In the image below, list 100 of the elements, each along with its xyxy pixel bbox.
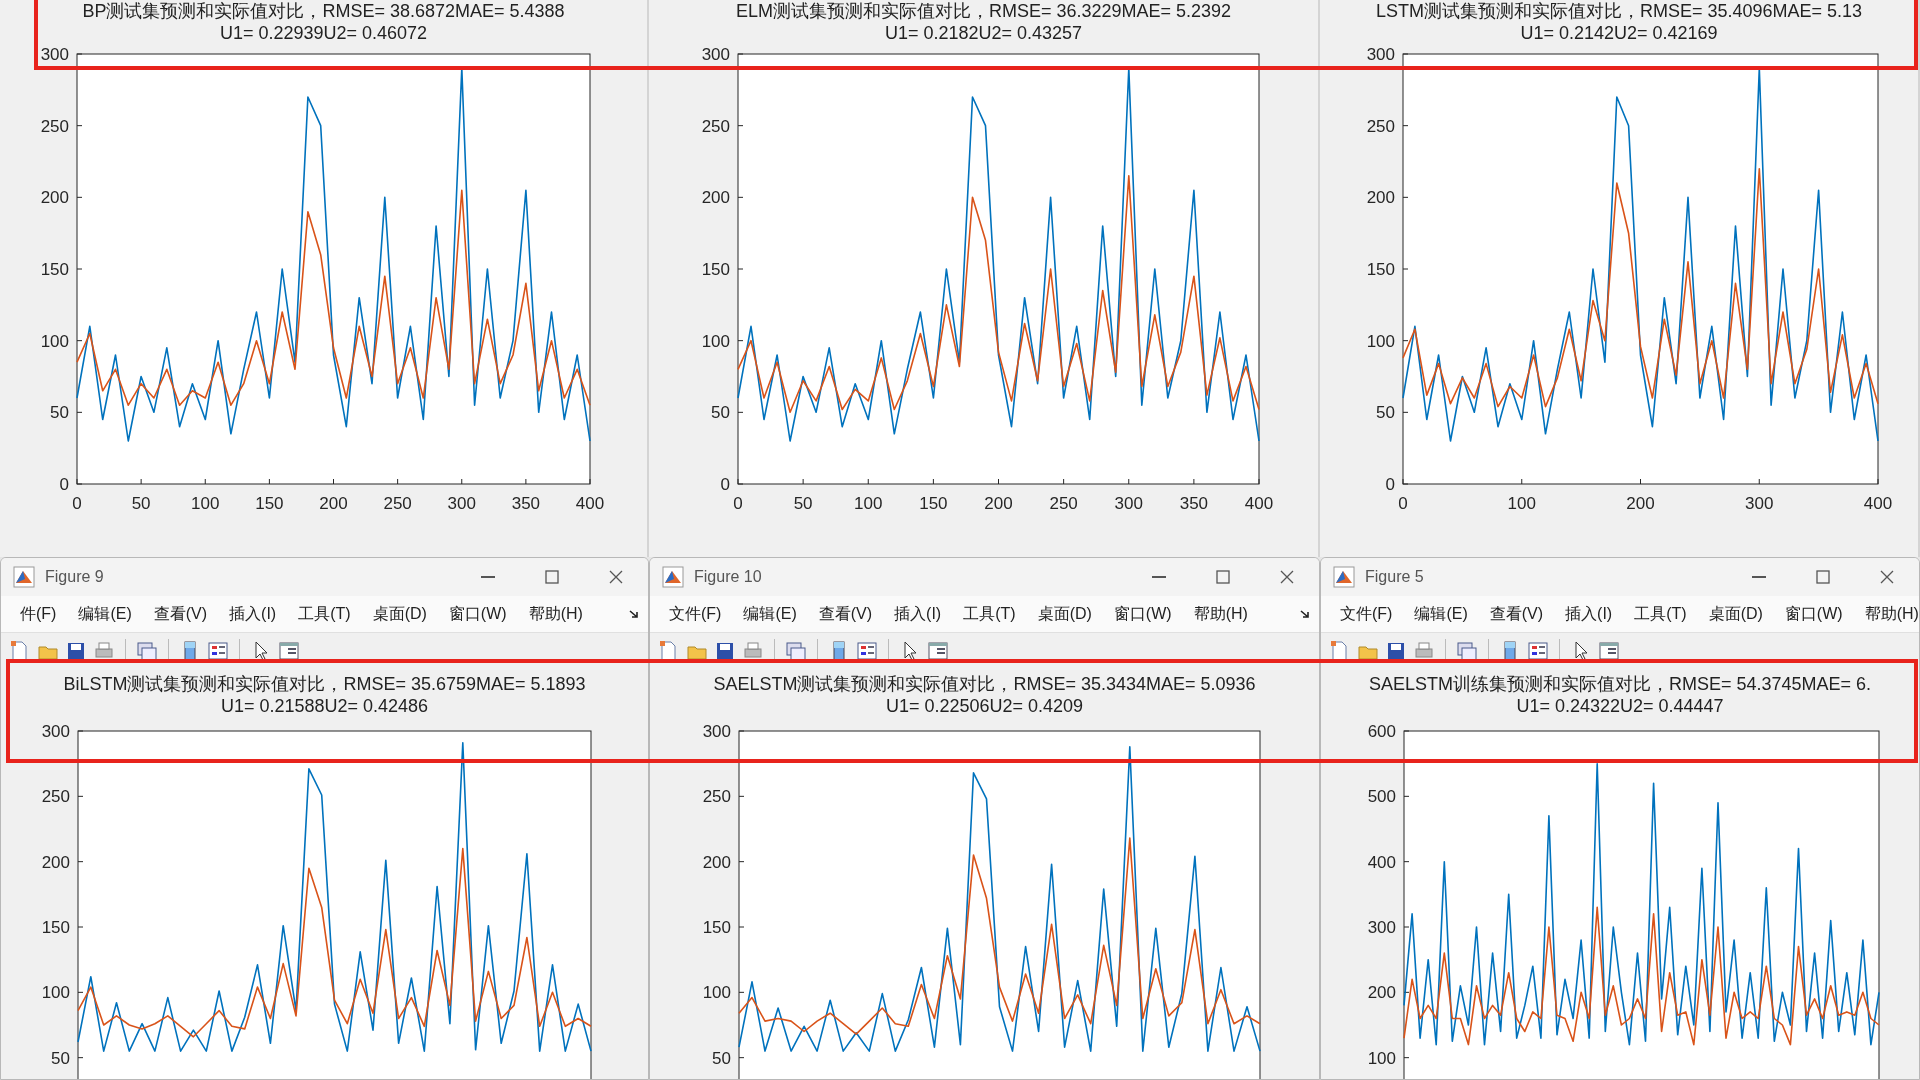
- tick-label: 100: [41, 983, 70, 1003]
- menu-item[interactable]: 工具(T): [952, 603, 1027, 625]
- tick-label: 200: [1626, 494, 1655, 513]
- window-title: Figure 9: [45, 568, 105, 586]
- chart-title: LSTM测试集预测和实际值对比，RMSE= 35.4096MAE= 5.13: [1375, 0, 1863, 22]
- tick-label: 250: [383, 494, 412, 513]
- tick-label: 150: [41, 918, 70, 937]
- tick-label: 200: [984, 494, 1013, 513]
- tick-label: 600: [1367, 722, 1396, 741]
- tick-label: 0: [720, 475, 730, 494]
- chart-title: U1= 0.24322U2= 0.44447: [1516, 695, 1724, 717]
- menu-item[interactable]: 编辑(E): [732, 603, 808, 625]
- menu-item[interactable]: 文件(F): [658, 603, 733, 625]
- tick-label: 300: [701, 45, 730, 64]
- tick-label: 350: [1179, 494, 1209, 513]
- tick-label: 200: [701, 188, 730, 208]
- tick-label: 350: [511, 494, 541, 513]
- menu-item[interactable]: 桌面(D): [1697, 603, 1774, 625]
- tick-label: 200: [40, 188, 69, 208]
- tick-label: 100: [854, 494, 883, 513]
- chart-title: U1= 0.21588U2= 0.42486: [220, 695, 429, 717]
- menu-item[interactable]: 插入(I): [218, 603, 288, 625]
- tick-label: 300: [702, 722, 731, 741]
- tick-label: 150: [701, 260, 730, 279]
- tick-label: 200: [702, 852, 731, 872]
- tick-label: 400: [1367, 852, 1396, 872]
- tick-label: 250: [40, 116, 69, 136]
- tick-label: 0: [72, 494, 82, 513]
- tick-label: 250: [1366, 116, 1395, 136]
- tick-label: 50: [793, 494, 813, 513]
- tick-label: 50: [711, 403, 730, 423]
- tick-label: 50: [131, 494, 151, 513]
- tick-label: 100: [191, 494, 220, 513]
- tick-label: 200: [1367, 983, 1396, 1003]
- tick-label: 200: [319, 494, 348, 513]
- tick-label: 100: [1507, 494, 1536, 513]
- chart-title: U1= 0.22506U2= 0.4209: [885, 695, 1084, 717]
- menu-item[interactable]: 桌面(D): [361, 603, 438, 625]
- chart-title: U1= 0.2182U2= 0.43257: [884, 22, 1083, 44]
- tick-label: 100: [702, 983, 731, 1003]
- menu-item[interactable]: 查看(V): [1478, 603, 1555, 625]
- menu-item[interactable]: 窗口(W): [437, 603, 518, 625]
- menu-item[interactable]: 帮助(H): [1182, 603, 1259, 625]
- tick-label: 150: [702, 918, 731, 937]
- tick-label: 300: [40, 45, 69, 64]
- tick-label: 50: [51, 1048, 70, 1068]
- tick-label: 0: [1385, 475, 1395, 494]
- tick-label: 300: [41, 722, 70, 741]
- tick-label: 400: [1244, 494, 1274, 513]
- chart-title: BiLSTM测试集预测和实际值对比，RMSE= 35.6759MAE= 5.1893: [63, 673, 586, 695]
- tick-label: 500: [1367, 787, 1396, 807]
- window-title: Figure 10: [694, 568, 763, 586]
- menu-item[interactable]: 工具(T): [287, 603, 362, 625]
- tick-label: 0: [59, 475, 69, 494]
- chart-title: U1= 0.22939U2= 0.46072: [219, 22, 428, 44]
- tick-label: 0: [733, 494, 743, 513]
- menu-item[interactable]: 编辑(E): [1403, 603, 1479, 625]
- tick-label: 50: [50, 403, 69, 423]
- menu-item[interactable]: 桌面(D): [1026, 603, 1103, 625]
- tick-label: 50: [1376, 403, 1395, 423]
- tick-label: 250: [701, 116, 730, 136]
- tick-label: 100: [1367, 1048, 1396, 1068]
- tick-label: 200: [41, 852, 70, 872]
- tick-label: 400: [1863, 494, 1893, 513]
- tick-label: 150: [255, 494, 284, 513]
- tick-label: 100: [40, 331, 69, 351]
- tick-label: 400: [575, 494, 605, 513]
- tick-label: 250: [702, 787, 731, 807]
- tick-label: 150: [1366, 260, 1395, 279]
- tick-label: 150: [919, 494, 948, 513]
- tick-label: 250: [1049, 494, 1078, 513]
- tick-label: 250: [41, 787, 70, 807]
- chart-title: BP测试集预测和实际值对比，RMSE= 38.6872MAE= 5.4388: [82, 0, 565, 22]
- tick-label: 300: [1367, 918, 1396, 937]
- chart-title: SAELSTM测试集预测和实际值对比，RMSE= 35.3434MAE= 5.0936: [713, 673, 1256, 695]
- menu-item[interactable]: 查看(V): [807, 603, 884, 625]
- chart-title: ELM测试集预测和实际值对比，RMSE= 36.3229MAE= 5.2392: [735, 0, 1232, 22]
- menu-item[interactable]: 插入(I): [883, 603, 953, 625]
- menu-item[interactable]: 件(F): [9, 603, 68, 625]
- tick-label: 100: [701, 331, 730, 351]
- tick-label: 300: [1745, 494, 1774, 513]
- tick-label: 300: [1114, 494, 1143, 513]
- menu-item[interactable]: 编辑(E): [67, 603, 143, 625]
- chart-title: U1= 0.2142U2= 0.42169: [1520, 22, 1718, 44]
- tick-label: 50: [712, 1048, 731, 1068]
- tick-label: 100: [1366, 331, 1395, 351]
- tick-label: 300: [1366, 45, 1395, 64]
- window-title: Figure 5: [1365, 568, 1425, 586]
- menu-item[interactable]: 窗口(W): [1773, 603, 1854, 625]
- menu-item[interactable]: 窗口(W): [1102, 603, 1183, 625]
- menu-item[interactable]: 帮助(H): [1853, 603, 1919, 625]
- menu-item[interactable]: 查看(V): [142, 603, 219, 625]
- tick-label: 0: [1398, 494, 1408, 513]
- chart-title: SAELSTM训练集预测和实际值对比，RMSE= 54.3745MAE= 6.: [1368, 673, 1872, 695]
- menu-item[interactable]: 帮助(H): [517, 603, 594, 625]
- menu-item[interactable]: 工具(T): [1623, 603, 1698, 625]
- menu-item[interactable]: 插入(I): [1554, 603, 1624, 625]
- tick-label: 300: [447, 494, 476, 513]
- menu-item[interactable]: 文件(F): [1329, 603, 1404, 625]
- tick-label: 200: [1366, 188, 1395, 208]
